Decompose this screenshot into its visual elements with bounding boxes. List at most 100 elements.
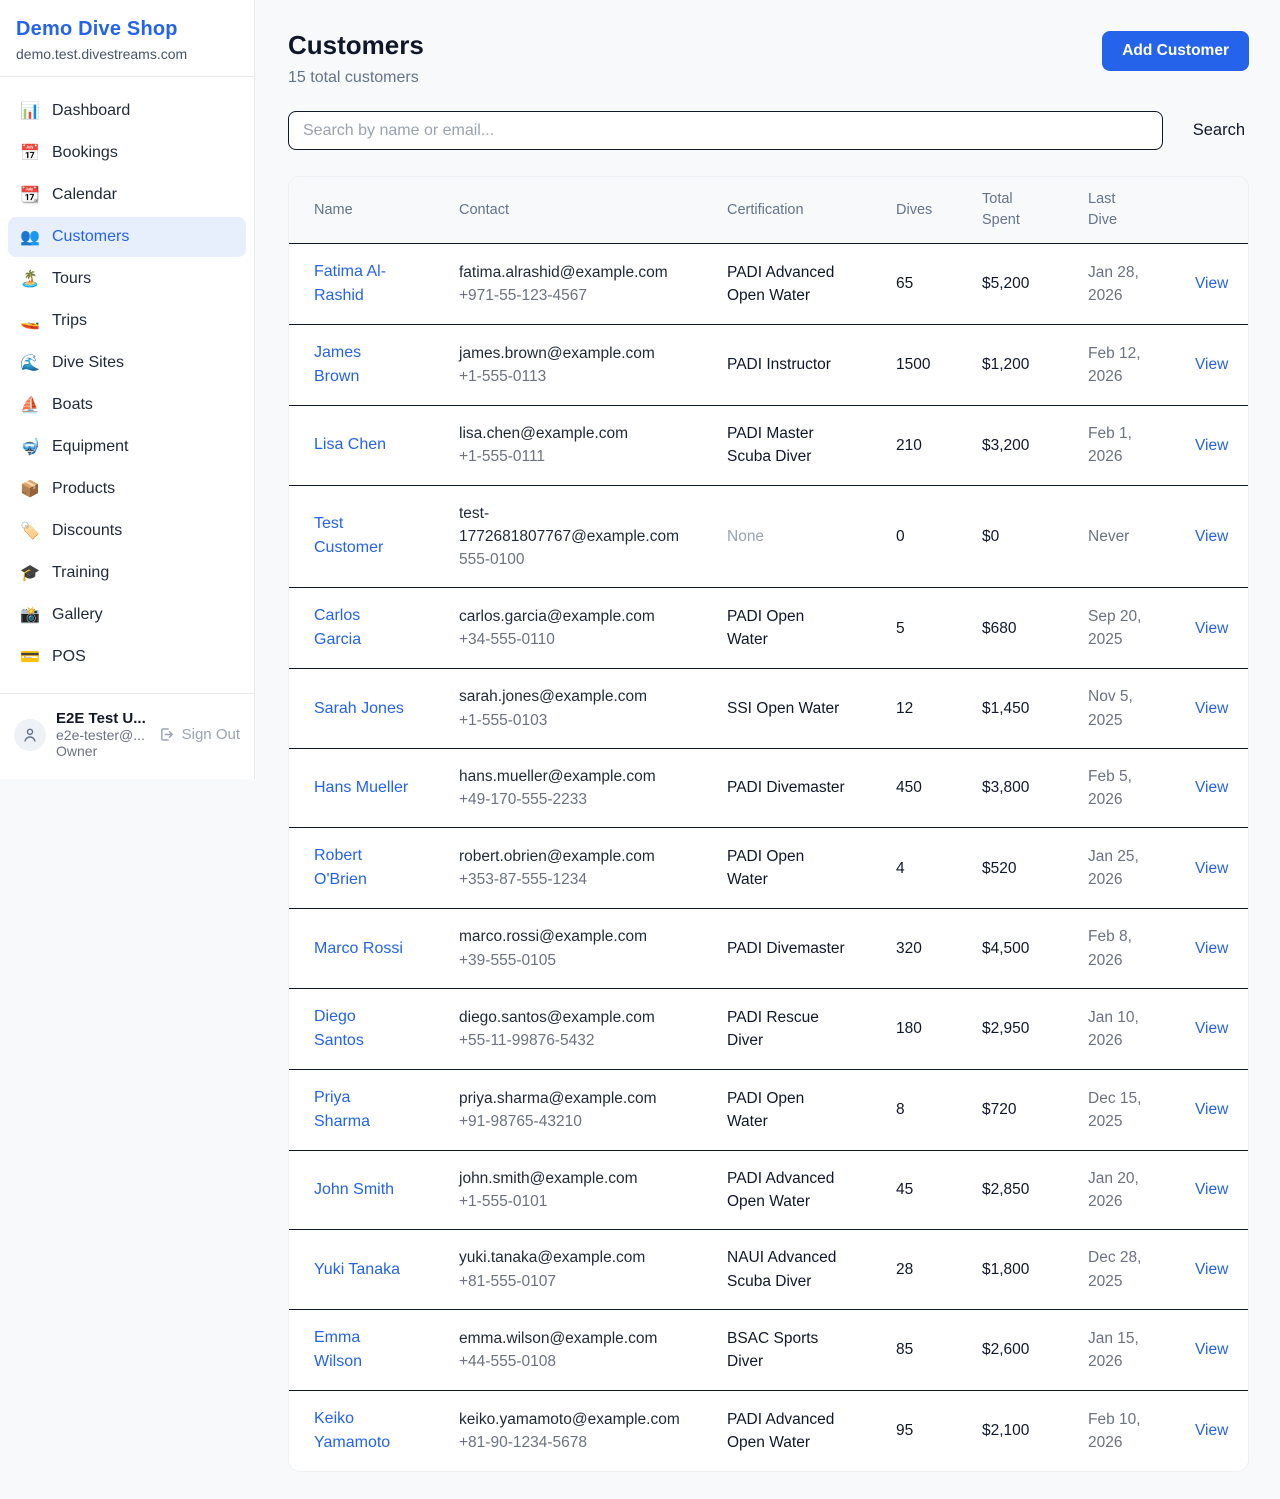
view-customer-link[interactable]: View <box>1195 1181 1228 1198</box>
last-dive-value: Jan 28, 2026 <box>1088 261 1148 308</box>
search-input[interactable] <box>288 111 1163 150</box>
cell-dives: 85 <box>896 1309 982 1390</box>
cell-name: John Smith <box>289 1150 459 1230</box>
customer-name-link[interactable]: Sarah Jones <box>314 697 404 721</box>
customer-email: hans.mueller@example.com <box>459 765 669 788</box>
cell-dives: 65 <box>896 244 982 325</box>
sidebar-item-trips[interactable]: 🚤Trips <box>8 301 246 341</box>
cell-name: Lisa Chen <box>289 406 459 486</box>
customers-table: NameContactCertificationDivesTotal Spent… <box>289 177 1248 1471</box>
customer-name-link[interactable]: Keiko Yamamoto <box>314 1407 410 1455</box>
add-customer-button[interactable]: Add Customer <box>1102 31 1249 71</box>
sidebar-item-products[interactable]: 📦Products <box>8 469 246 509</box>
cell-contact: lisa.chen@example.com+1-555-0111 <box>459 406 727 486</box>
table-row: Sarah Jonessarah.jones@example.com+1-555… <box>289 669 1248 749</box>
cell-dives: 210 <box>896 406 982 486</box>
view-customer-link[interactable]: View <box>1195 940 1228 957</box>
cell-action: View <box>1195 1069 1248 1150</box>
cell-last-dive: Jan 25, 2026 <box>1088 828 1195 909</box>
cell-certification: SSI Open Water <box>727 669 896 749</box>
customer-phone: +353-87-555-1234 <box>459 868 715 891</box>
sidebar-item-equipment[interactable]: 🤿Equipment <box>8 427 246 467</box>
view-customer-link[interactable]: View <box>1195 437 1228 454</box>
customer-name-link[interactable]: Lisa Chen <box>314 433 386 457</box>
view-customer-link[interactable]: View <box>1195 1422 1228 1439</box>
user-info: E2E Test U... e2e-tester@... Owner <box>56 710 148 759</box>
customers-table-card: NameContactCertificationDivesTotal Spent… <box>288 176 1249 1472</box>
customer-name-link[interactable]: Hans Mueller <box>314 776 408 800</box>
search-button[interactable]: Search <box>1189 121 1249 140</box>
view-customer-link[interactable]: View <box>1195 1020 1228 1037</box>
customer-name-link[interactable]: Carlos Garcia <box>314 604 410 652</box>
certification-value: PADI Advanced Open Water <box>727 1167 849 1214</box>
sidebar-item-customers[interactable]: 👥Customers <box>8 217 246 257</box>
certification-value: SSI Open Water <box>727 697 849 720</box>
cell-contact: hans.mueller@example.com+49-170-555-2233 <box>459 748 727 828</box>
view-customer-link[interactable]: View <box>1195 620 1228 637</box>
cell-dives: 12 <box>896 669 982 749</box>
cell-action: View <box>1195 909 1248 989</box>
customer-name-link[interactable]: Fatima Al-Rashid <box>314 260 410 308</box>
sidebar-item-calendar[interactable]: 📆Calendar <box>8 175 246 215</box>
customer-email: carlos.garcia@example.com <box>459 605 669 628</box>
sidebar-item-label: Calendar <box>52 186 117 204</box>
sign-out-button[interactable]: Sign Out <box>158 726 240 743</box>
people-icon: 👥 <box>20 227 40 247</box>
view-customer-link[interactable]: View <box>1195 860 1228 877</box>
customer-name-link[interactable]: Emma Wilson <box>314 1326 410 1374</box>
view-customer-link[interactable]: View <box>1195 528 1228 545</box>
cell-contact: john.smith@example.com+1-555-0101 <box>459 1150 727 1230</box>
cell-total-spent: $0 <box>982 485 1088 588</box>
cell-name: Test Customer <box>289 485 459 588</box>
cell-contact: carlos.garcia@example.com+34-555-0110 <box>459 588 727 669</box>
sidebar-item-tours[interactable]: 🏝️Tours <box>8 259 246 299</box>
customer-name-link[interactable]: John Smith <box>314 1178 394 1202</box>
customer-name-link[interactable]: Marco Rossi <box>314 937 403 961</box>
sidebar-item-label: Boats <box>52 396 93 414</box>
customer-email: robert.obrien@example.com <box>459 845 669 868</box>
customer-name-link[interactable]: Priya Sharma <box>314 1086 410 1134</box>
user-icon <box>21 726 39 744</box>
view-customer-link[interactable]: View <box>1195 356 1228 373</box>
sidebar-item-pos[interactable]: 💳POS <box>8 637 246 677</box>
customer-name-link[interactable]: Yuki Tanaka <box>314 1258 400 1282</box>
last-dive-value: Jan 20, 2026 <box>1088 1167 1148 1214</box>
customer-name-link[interactable]: Diego Santos <box>314 1005 410 1053</box>
customer-name-link[interactable]: Test Customer <box>314 512 410 560</box>
view-customer-link[interactable]: View <box>1195 275 1228 292</box>
table-row: Emma Wilsonemma.wilson@example.com+44-55… <box>289 1309 1248 1390</box>
user-email: e2e-tester@... <box>56 727 148 743</box>
last-dive-value: Nov 5, 2025 <box>1088 685 1148 732</box>
cell-name: Hans Mueller <box>289 748 459 828</box>
certification-value: PADI Instructor <box>727 353 849 376</box>
cell-contact: yuki.tanaka@example.com+81-555-0107 <box>459 1230 727 1310</box>
cell-total-spent: $4,500 <box>982 909 1088 989</box>
customer-name-link[interactable]: Robert O'Brien <box>314 844 410 892</box>
view-customer-link[interactable]: View <box>1195 1101 1228 1118</box>
view-customer-link[interactable]: View <box>1195 700 1228 717</box>
sidebar-item-gallery[interactable]: 📸Gallery <box>8 595 246 635</box>
cell-action: View <box>1195 828 1248 909</box>
sidebar-item-dive-sites[interactable]: 🌊Dive Sites <box>8 343 246 383</box>
customer-phone: +44-555-0108 <box>459 1350 715 1373</box>
sidebar-item-label: Discounts <box>52 522 122 540</box>
cell-certification: PADI Divemaster <box>727 748 896 828</box>
sidebar-item-dashboard[interactable]: 📊Dashboard <box>8 91 246 131</box>
cell-action: View <box>1195 1309 1248 1390</box>
sidebar-item-boats[interactable]: ⛵Boats <box>8 385 246 425</box>
sidebar-item-bookings[interactable]: 📅Bookings <box>8 133 246 173</box>
cell-name: Robert O'Brien <box>289 828 459 909</box>
cell-certification: PADI Advanced Open Water <box>727 244 896 325</box>
sidebar-item-discounts[interactable]: 🏷️Discounts <box>8 511 246 551</box>
column-header-name: Name <box>289 177 459 244</box>
customer-phone: +91-98765-43210 <box>459 1110 715 1133</box>
view-customer-link[interactable]: View <box>1195 1261 1228 1278</box>
cell-certification: PADI Divemaster <box>727 909 896 989</box>
sidebar-item-training[interactable]: 🎓Training <box>8 553 246 593</box>
certification-value: PADI Divemaster <box>727 937 849 960</box>
customer-name-link[interactable]: James Brown <box>314 341 410 389</box>
cell-total-spent: $2,100 <box>982 1390 1088 1471</box>
view-customer-link[interactable]: View <box>1195 1341 1228 1358</box>
view-customer-link[interactable]: View <box>1195 779 1228 796</box>
cell-dives: 8 <box>896 1069 982 1150</box>
